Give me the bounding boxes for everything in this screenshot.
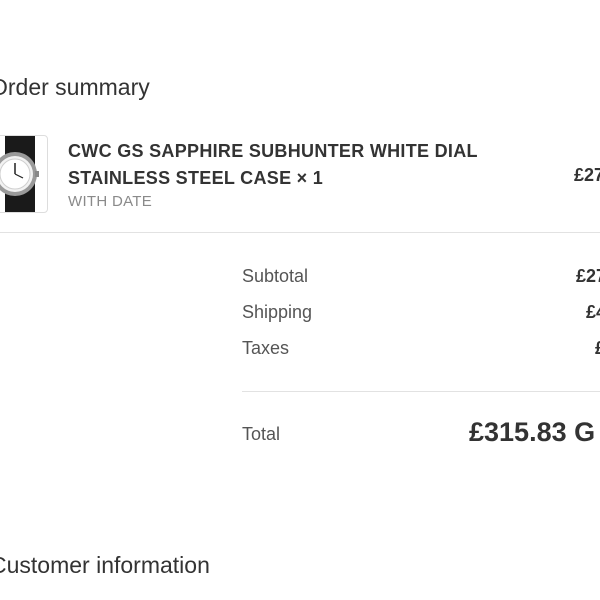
subtotal-label: Subtotal [242, 266, 309, 286]
product-variant: WITH DATE [68, 193, 153, 210]
product-name: CWC GS SAPPHIRE SUBHUNTER WHITE DIAL STA… [68, 141, 478, 188]
subtotal-value: £27 [576, 266, 600, 286]
checkout-page: Order summary CWC GS SAPPHIRE SUBHUNTER … [0, 0, 600, 600]
product-thumbnail[interactable] [0, 135, 48, 213]
product-price: £27 [574, 165, 600, 185]
line-item-divider [0, 232, 600, 233]
taxes-value: £ [595, 338, 600, 359]
order-summary-heading: Order summary [0, 74, 150, 100]
total-value: £315.83 G [469, 417, 596, 447]
watch-image-icon [0, 136, 39, 212]
shipping-label: Shipping [242, 302, 313, 322]
taxes-label: Taxes [242, 338, 290, 358]
totals-divider [242, 391, 600, 392]
total-label: Total [242, 424, 281, 444]
customer-information-heading: Customer information [0, 552, 210, 578]
shipping-value: £4 [586, 302, 600, 322]
